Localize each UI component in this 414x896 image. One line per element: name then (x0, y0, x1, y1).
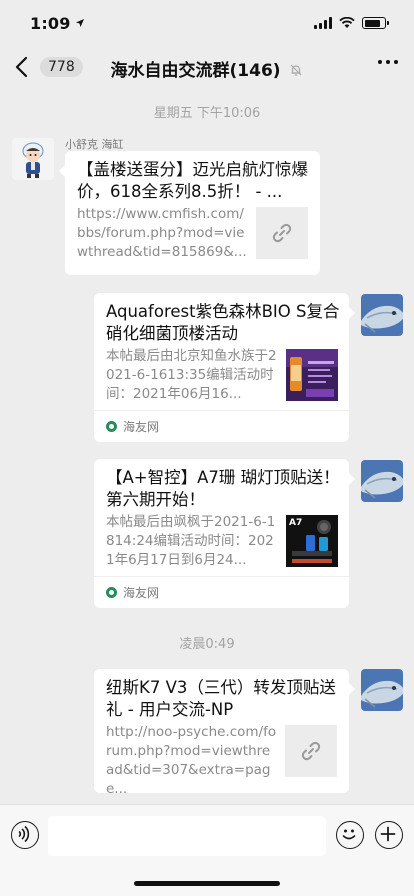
more-dot (378, 60, 382, 64)
card-thumbnail: A7 (286, 515, 338, 567)
more-dot (386, 60, 390, 64)
emoji-button[interactable] (336, 821, 364, 849)
voice-icon (18, 826, 30, 843)
chat-timestamp: 星期五 下午10:06 (153, 106, 261, 121)
card-title: 纽斯K7 V3（三代）转发顶贴送礼 - 用户交流-NP (106, 678, 336, 719)
avatar[interactable] (361, 460, 403, 502)
link-card-message[interactable]: 纽斯K7 V3（三代）转发顶贴送礼 - 用户交流-NP http://noo-p… (94, 669, 355, 797)
message-input[interactable] (48, 816, 326, 856)
card-title: 【A+智控】A7珊 瑚灯顶贴送！第六期开始！ (106, 468, 340, 509)
voice-button[interactable] (11, 821, 39, 849)
source-logo-icon (106, 421, 117, 432)
wifi-icon (339, 17, 355, 28)
card-description: http://noo-psyche.com/forum.php?mod=view… (106, 724, 277, 797)
link-icon (301, 741, 321, 761)
status-icons (314, 17, 389, 29)
chat-timestamp: 凌晨0:49 (179, 637, 235, 652)
card-source: 海友网 (94, 410, 349, 442)
battery-icon (362, 17, 389, 29)
link-card-message[interactable]: 【A+智控】A7珊 瑚灯顶贴送！第六期开始！ 本帖最后由飒枫于2021-6-18… (94, 459, 355, 608)
card-description: https://www.cmfish.com/bbs/forum.php?mod… (77, 206, 247, 260)
plus-button[interactable] (375, 821, 403, 849)
source-logo-icon (106, 587, 117, 598)
location-arrow-icon (75, 19, 84, 27)
chat-header: 778 海水自由交流群(146) (0, 46, 414, 90)
more-options-button[interactable] (378, 60, 398, 64)
chat-title-group[interactable]: 海水自由交流群(146) (0, 56, 414, 81)
emoji-icon (342, 829, 356, 840)
card-title: 【盖楼送蛋分】迈光启航灯惊爆价，618全系列8.5折！ - ... (77, 160, 308, 201)
more-dot (394, 60, 398, 64)
source-name: 海友网 (123, 420, 160, 434)
cellular-signal-icon (314, 17, 332, 29)
chat-title: 海水自由交流群(146) (110, 61, 281, 81)
status-bar: 1:09 (0, 0, 414, 46)
home-indicator (134, 881, 280, 886)
link-card-message[interactable]: 【盖楼送蛋分】迈光启航灯惊爆价，618全系列8.5折！ - ... https:… (59, 151, 320, 275)
battery-fill (364, 19, 380, 27)
fish-avatar-icon (361, 294, 403, 336)
card-description: 本帖最后由飒枫于2021-6-1814:24编辑活动时间：2021年6月17日到… (106, 514, 276, 568)
link-icon (272, 223, 292, 243)
card-source: 海友网 (94, 576, 349, 608)
card-description: 本帖最后由北京知鱼水族于2021-6-1613:35编辑活动时间：2021年06… (106, 348, 277, 402)
sender-name: 小舒克 海缸 (65, 138, 124, 151)
bell-off-icon (291, 64, 302, 76)
card-thumbnail (286, 349, 338, 401)
plus-icon (380, 826, 396, 842)
source-name: 海友网 (123, 586, 160, 600)
cartoon-avatar-icon (12, 138, 54, 180)
status-time: 1:09 (30, 13, 71, 33)
avatar[interactable] (12, 138, 54, 180)
link-thumbnail (256, 207, 308, 259)
link-card-message[interactable]: Aquaforest紫色森林BIO S复合硝化细菌顶楼活动 本帖最后由北京知鱼水… (94, 293, 355, 442)
avatar[interactable] (361, 669, 403, 711)
card-title: Aquaforest紫色森林BIO S复合硝化细菌顶楼活动 (106, 302, 340, 343)
product-image-icon (286, 349, 338, 401)
thumbnail-label: A7 (289, 518, 303, 528)
link-thumbnail (285, 725, 337, 777)
chat-input-bar (0, 804, 414, 896)
avatar[interactable] (361, 294, 403, 336)
fish-avatar-icon (361, 460, 403, 502)
status-time-group: 1:09 (30, 14, 85, 33)
fish-avatar-icon (361, 669, 403, 711)
